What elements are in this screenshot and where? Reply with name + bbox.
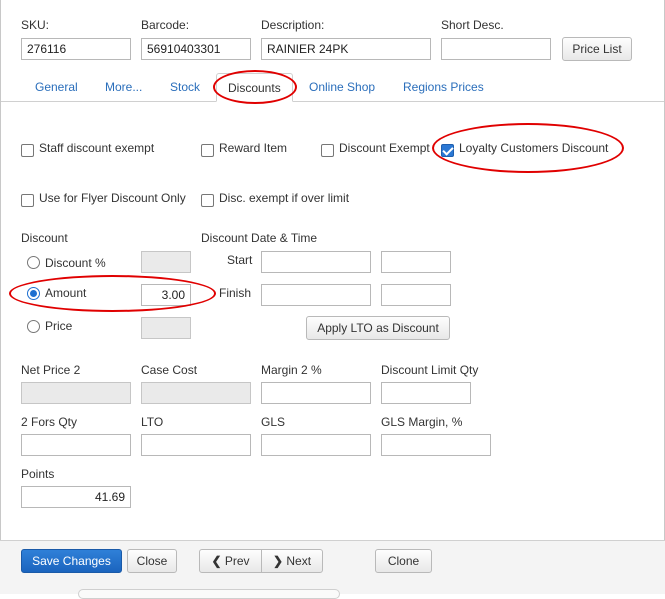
reward-item-checkbox[interactable] — [201, 144, 214, 157]
case-cost-label: Case Cost — [141, 363, 198, 377]
discount-limit-qty-label: Discount Limit Qty — [381, 363, 479, 377]
start-label: Start — [227, 253, 253, 267]
amount-input[interactable]: 3.00 — [141, 284, 191, 306]
discount-date-section-label: Discount Date & Time — [201, 231, 318, 245]
tab-general[interactable]: General — [35, 73, 78, 101]
gls-margin-label: GLS Margin, % — [381, 415, 463, 429]
apply-lto-button[interactable]: Apply LTO as Discount — [306, 316, 450, 340]
tab-bar-line — [1, 101, 664, 102]
price-label: Price — [45, 319, 73, 333]
sku-input[interactable]: 276116 — [21, 38, 131, 60]
save-changes-button[interactable]: Save Changes — [21, 549, 122, 573]
description-label: Description: — [261, 18, 325, 32]
net-price-2-label: Net Price 2 — [21, 363, 81, 377]
close-button[interactable]: Close — [127, 549, 177, 573]
short-desc-label: Short Desc. — [441, 18, 504, 32]
staff-discount-exempt-label: Staff discount exempt — [39, 141, 155, 155]
tab-online-shop[interactable]: Online Shop — [309, 73, 375, 101]
disc-exempt-over-limit-label: Disc. exempt if over limit — [219, 191, 350, 205]
price-list-button[interactable]: Price List — [562, 37, 632, 61]
discount-percent-radio[interactable] — [27, 256, 40, 269]
chevron-left-icon: ❮ — [211, 554, 222, 568]
loyalty-customers-discount-label: Loyalty Customers Discount — [459, 141, 609, 155]
gls-input[interactable] — [261, 434, 371, 456]
start-date-input[interactable] — [261, 251, 371, 273]
two-fors-qty-label: 2 Fors Qty — [21, 415, 78, 429]
price-radio[interactable] — [27, 320, 40, 333]
tab-discounts[interactable]: Discounts — [216, 73, 293, 102]
sku-label: SKU: — [21, 18, 50, 32]
price-input[interactable] — [141, 317, 191, 339]
reward-item-label: Reward Item — [219, 141, 288, 155]
finish-label: Finish — [219, 286, 252, 300]
discount-percent-input[interactable] — [141, 251, 191, 273]
amount-label: Amount — [45, 286, 87, 300]
net-price-2-input — [21, 382, 131, 404]
barcode-label: Barcode: — [141, 18, 190, 32]
clone-button[interactable]: Clone — [375, 549, 432, 573]
prev-button[interactable]: ❮ Prev — [199, 549, 262, 573]
window-left-border — [0, 0, 1, 593]
next-label: Next — [286, 554, 312, 568]
tab-regions-prices[interactable]: Regions Prices — [403, 73, 484, 101]
barcode-input[interactable]: 56910403301 — [141, 38, 251, 60]
bottom-scroll-stub — [78, 589, 340, 599]
staff-discount-exempt-checkbox[interactable] — [21, 144, 34, 157]
prev-label: Prev — [224, 554, 250, 568]
case-cost-input — [141, 382, 251, 404]
use-for-flyer-label: Use for Flyer Discount Only — [39, 191, 186, 205]
short-desc-input[interactable] — [441, 38, 551, 60]
discount-section-label: Discount — [21, 231, 68, 245]
description-input[interactable]: RAINIER 24PK — [261, 38, 431, 60]
points-input[interactable]: 41.69 — [21, 486, 131, 508]
points-label: Points — [21, 467, 55, 481]
use-for-flyer-checkbox[interactable] — [21, 194, 34, 207]
margin-2-label: Margin 2 % — [261, 363, 322, 377]
finish-date-input[interactable] — [261, 284, 371, 306]
next-button[interactable]: ❯ Next — [261, 549, 323, 573]
discount-percent-label: Discount % — [45, 256, 106, 270]
gls-label: GLS — [261, 415, 286, 429]
tab-stock[interactable]: Stock — [170, 73, 200, 101]
two-fors-qty-input[interactable] — [21, 434, 131, 456]
lto-input[interactable] — [141, 434, 251, 456]
loyalty-customers-discount-checkbox[interactable] — [441, 144, 454, 157]
margin-2-input[interactable] — [261, 382, 371, 404]
lto-label: LTO — [141, 415, 164, 429]
disc-exempt-over-limit-checkbox[interactable] — [201, 194, 214, 207]
discount-exempt-checkbox[interactable] — [321, 144, 334, 157]
amount-radio[interactable] — [27, 287, 40, 300]
finish-time-input[interactable] — [381, 284, 451, 306]
start-time-input[interactable] — [381, 251, 451, 273]
discount-limit-qty-input[interactable] — [381, 382, 471, 404]
tab-more[interactable]: More... — [105, 73, 142, 101]
chevron-right-icon: ❯ — [272, 554, 284, 568]
gls-margin-input[interactable] — [381, 434, 491, 456]
discount-exempt-label: Discount Exempt — [339, 141, 430, 155]
